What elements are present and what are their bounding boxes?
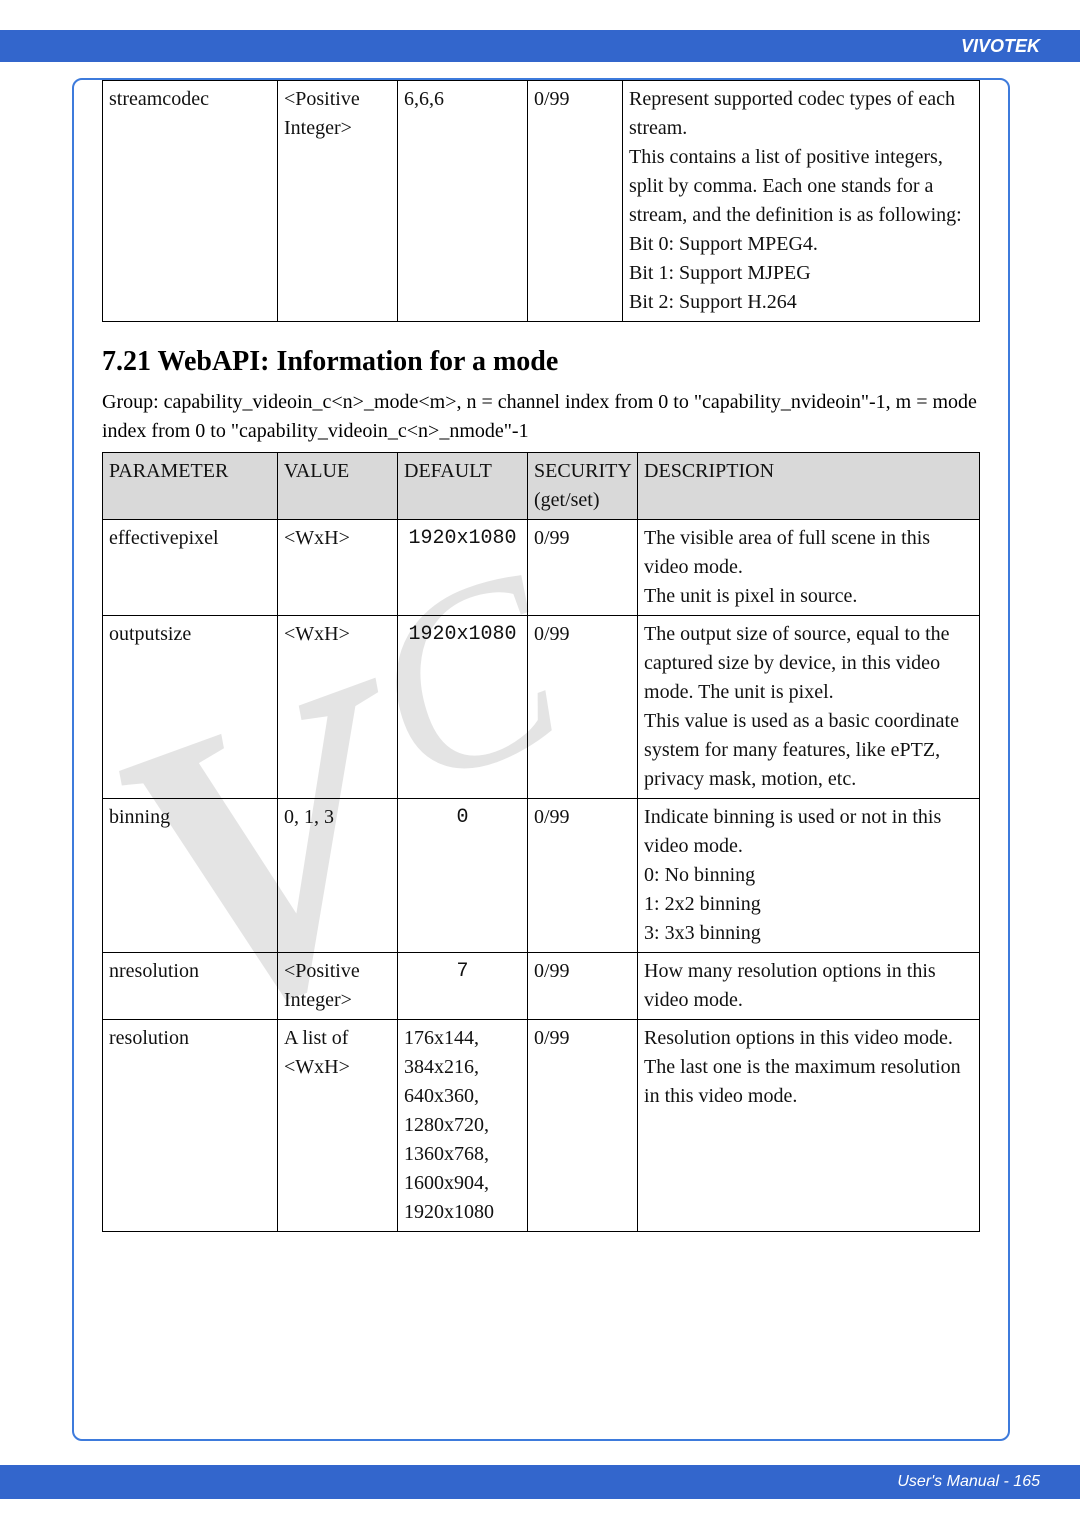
- header-default: DEFAULT: [398, 453, 528, 520]
- cell-default: 176x144, 384x216, 640x360, 1280x720, 136…: [398, 1020, 528, 1232]
- footer-bar: User's Manual - 165: [0, 1465, 1080, 1499]
- cell-security: 0/99: [528, 799, 638, 953]
- table-row: effectivepixel <WxH> 1920x1080 0/99 The …: [103, 520, 980, 616]
- header-security: SECURITY (get/set): [528, 453, 638, 520]
- cell-value: <WxH>: [278, 520, 398, 616]
- table-row: outputsize <WxH> 1920x1080 0/99 The outp…: [103, 616, 980, 799]
- table-row: nresolution <Positive Integer> 7 0/99 Ho…: [103, 953, 980, 1020]
- cell-desc: Represent supported codec types of each …: [623, 81, 980, 322]
- cell-default: 1920x1080: [398, 520, 528, 616]
- cell-param: resolution: [103, 1020, 278, 1232]
- header-parameter: PARAMETER: [103, 453, 278, 520]
- table-row: streamcodec <Positive Integer> 6,6,6 0/9…: [103, 81, 980, 322]
- cell-desc: The visible area of full scene in this v…: [638, 520, 980, 616]
- cell-value: <Positive Integer>: [278, 81, 398, 322]
- section-heading: 7.21 WebAPI: Information for a mode: [102, 346, 980, 378]
- cell-default: 1920x1080: [398, 616, 528, 799]
- cell-security: 0/99: [528, 616, 638, 799]
- cell-param: effectivepixel: [103, 520, 278, 616]
- content-frame: streamcodec <Positive Integer> 6,6,6 0/9…: [72, 78, 1010, 1441]
- cell-param: streamcodec: [103, 81, 278, 322]
- header-bar: VIVOTEK: [0, 30, 1080, 62]
- table-row: resolution A list of <WxH> 176x144, 384x…: [103, 1020, 980, 1232]
- cell-value: <Positive Integer>: [278, 953, 398, 1020]
- cell-security: 0/99: [528, 953, 638, 1020]
- table-header-row: PARAMETER VALUE DEFAULT SECURITY (get/se…: [103, 453, 980, 520]
- table-row: binning 0, 1, 3 0 0/99 Indicate binning …: [103, 799, 980, 953]
- page: VIVOTEK streamcodec <Positive Integer> 6…: [0, 0, 1080, 1527]
- cell-desc: Indicate binning is used or not in this …: [638, 799, 980, 953]
- cell-default: 0: [398, 799, 528, 953]
- table-mode-info: PARAMETER VALUE DEFAULT SECURITY (get/se…: [102, 452, 980, 1232]
- cell-desc: Resolution options in this video mode. T…: [638, 1020, 980, 1232]
- cell-value: <WxH>: [278, 616, 398, 799]
- header-description: DESCRIPTION: [638, 453, 980, 520]
- cell-security: 0/99: [528, 81, 623, 322]
- table-streamcodec: streamcodec <Positive Integer> 6,6,6 0/9…: [102, 80, 980, 322]
- cell-param: outputsize: [103, 616, 278, 799]
- cell-param: nresolution: [103, 953, 278, 1020]
- cell-default: 7: [398, 953, 528, 1020]
- brand-label: VIVOTEK: [961, 36, 1040, 57]
- cell-security: 0/99: [528, 1020, 638, 1232]
- cell-desc: How many resolution options in this vide…: [638, 953, 980, 1020]
- cell-value: 0, 1, 3: [278, 799, 398, 953]
- group-description: Group: capability_videoin_c<n>_mode<m>, …: [102, 388, 980, 446]
- cell-value: A list of <WxH>: [278, 1020, 398, 1232]
- footer-label: User's Manual - 165: [897, 1473, 1040, 1491]
- cell-param: binning: [103, 799, 278, 953]
- cell-default: 6,6,6: [398, 81, 528, 322]
- cell-security: 0/99: [528, 520, 638, 616]
- header-value: VALUE: [278, 453, 398, 520]
- cell-desc: The output size of source, equal to the …: [638, 616, 980, 799]
